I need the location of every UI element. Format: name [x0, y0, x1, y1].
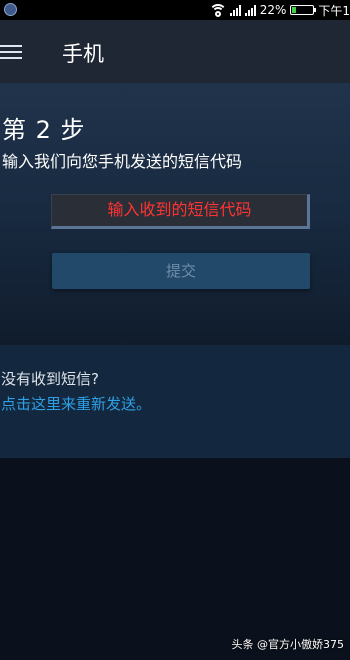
notification-app-icon: [4, 3, 17, 16]
status-bar-right: 22% 下午1: [208, 2, 350, 18]
battery-icon: [290, 5, 317, 15]
battery-percent: 22%: [259, 3, 287, 17]
signal-icon-2: [244, 4, 256, 16]
menu-icon[interactable]: [0, 45, 22, 59]
wifi-icon: [208, 4, 227, 17]
step-title: 第 2 步: [2, 116, 86, 144]
resend-link[interactable]: 点击这里来重新发送。: [1, 393, 151, 414]
submit-button[interactable]: 提交: [52, 253, 310, 289]
watermark-text: 头条 @官方小傲娇375: [231, 638, 345, 651]
sms-code-input[interactable]: 输入收到的短信代码: [51, 194, 310, 229]
app-header: 手机: [0, 20, 350, 83]
clock: 下午1: [318, 3, 350, 18]
page-title: 手机: [62, 42, 104, 66]
status-bar: 22% 下午1: [0, 0, 350, 20]
bottom-area: [0, 458, 350, 660]
resend-question: 没有收到短信?: [1, 370, 99, 388]
signal-icon-1: [229, 4, 241, 16]
resend-panel: 没有收到短信? 点击这里来重新发送。: [0, 345, 350, 458]
sms-code-placeholder: 输入收到的短信代码: [107, 200, 252, 219]
step-description: 输入我们向您手机发送的短信代码: [2, 152, 243, 171]
